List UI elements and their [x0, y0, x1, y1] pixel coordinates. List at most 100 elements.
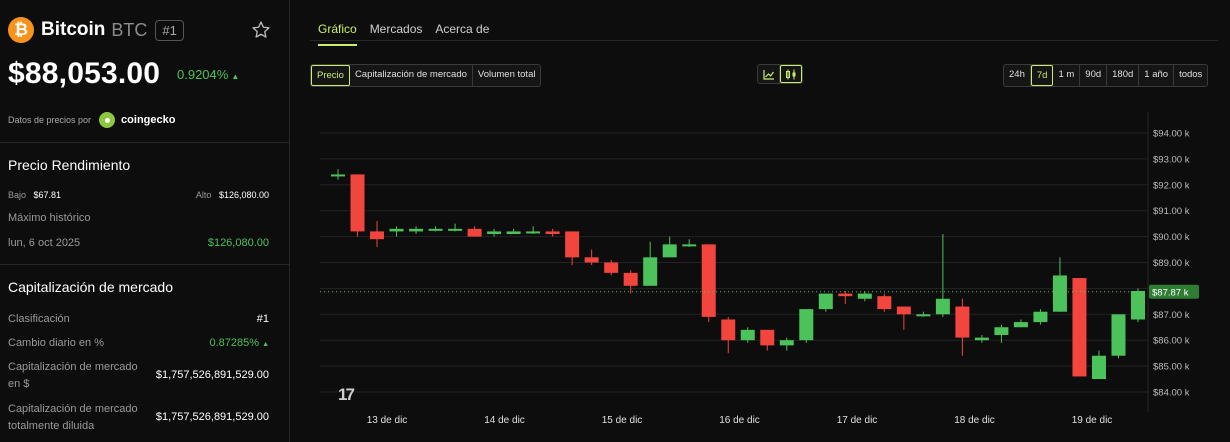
candle-body — [1131, 290, 1145, 320]
current-price-label: $87.87 k — [1152, 287, 1189, 298]
range-all-button[interactable]: todos — [1174, 65, 1207, 86]
candle-body — [682, 244, 697, 247]
candle-body — [545, 231, 560, 235]
daily-change-label: Cambio diario en % — [8, 337, 104, 349]
candle-body — [565, 231, 580, 258]
candle-body — [838, 293, 853, 297]
tab-about[interactable]: Acerca de — [435, 22, 489, 46]
candle-body — [935, 298, 950, 315]
candle-body — [448, 228, 463, 231]
candle-body — [1111, 314, 1126, 356]
provider-label: Datos de precios por — [8, 115, 92, 125]
y-tick-label: $85.00 k — [1153, 362, 1190, 373]
candle-body — [994, 327, 1009, 336]
low-value: $67.81 — [33, 190, 62, 200]
bitcoin-logo-icon: ₿ — [8, 17, 34, 43]
x-tick-label: 18 de dic — [954, 415, 995, 426]
main-tabs: Gráfico Mercados Acerca de — [318, 22, 502, 46]
high-value: $126,080.00 — [218, 190, 269, 200]
candle-body — [740, 329, 755, 341]
market-cap-title: Capitalización de mercado — [8, 279, 173, 295]
y-tick-label: $94.00 k — [1153, 129, 1190, 140]
range-24h-button[interactable]: 24h — [1004, 65, 1031, 86]
tab-markets[interactable]: Mercados — [370, 22, 423, 46]
candle-body — [1091, 355, 1106, 380]
y-tick-label: $92.00 k — [1153, 180, 1190, 191]
diluted-cap-label: Capitalización de mercado totalmente dil… — [8, 403, 138, 432]
candle-body — [818, 293, 833, 310]
y-tick-label: $93.00 k — [1153, 154, 1190, 165]
candle-body — [604, 262, 619, 273]
tab-chart[interactable]: Gráfico — [318, 22, 357, 46]
range-90d-button[interactable]: 90d — [1080, 65, 1108, 86]
tradingview-logo-icon: 17 — [338, 385, 355, 404]
candle-body — [643, 257, 658, 286]
performance-title: Precio Rendimiento — [8, 157, 131, 173]
y-tick-label: $87.00 k — [1153, 310, 1190, 321]
y-tick-label: $84.00 k — [1153, 388, 1190, 399]
range-1y-button[interactable]: 1 año — [1139, 65, 1175, 86]
candle-body — [506, 231, 521, 235]
metric-volume-button[interactable]: Volumen total — [473, 65, 541, 86]
candle-body — [877, 296, 892, 310]
candle-body — [1072, 278, 1087, 377]
x-tick-label: 13 de dic — [367, 415, 408, 426]
daily-change-value: 0.87285% — [209, 337, 259, 349]
low-high-row: Bajo $67.81 Alto $126,080.00 — [8, 190, 269, 200]
candlestick-icon[interactable] — [780, 65, 802, 83]
ath-label: Máximo histórico — [8, 212, 91, 224]
candle-body — [1052, 275, 1067, 312]
y-tick-label: $89.00 k — [1153, 258, 1190, 269]
high-label: Alto — [195, 190, 212, 200]
x-tick-label: 16 de dic — [719, 415, 760, 426]
rank-row: Clasificación #1 — [8, 313, 269, 325]
candle-body — [487, 231, 502, 235]
diluted-cap-value: $1,757,526,891,529.00 — [155, 411, 269, 423]
candle-body — [331, 174, 345, 177]
line-chart-icon[interactable] — [758, 65, 780, 83]
candle-body — [916, 314, 931, 317]
metric-price-button[interactable]: Precio — [311, 65, 350, 86]
candle-body — [974, 337, 989, 341]
candle-body — [623, 272, 638, 286]
candle-body — [428, 228, 443, 231]
star-icon[interactable] — [251, 20, 271, 40]
metric-market-cap-button[interactable]: Capitalización de mercado — [350, 65, 473, 86]
coin-info-panel: ₿ Bitcoin BTC #1 $88,053.00 0.9204% ▲ Dat… — [0, 0, 290, 442]
range-7d-button[interactable]: 7d — [1030, 65, 1054, 86]
ath-date: lun, 6 oct 2025 — [8, 237, 81, 249]
x-tick-label: 15 de dic — [602, 415, 643, 426]
candle-body — [584, 257, 599, 263]
range-180d-button[interactable]: 180d — [1107, 65, 1140, 86]
coin-symbol: BTC — [111, 19, 148, 40]
ath-value: $126,080.00 — [207, 237, 269, 249]
x-tick-label: 19 de dic — [1072, 415, 1113, 426]
candle-body — [389, 228, 404, 232]
candle-body — [370, 231, 385, 240]
candle-body — [1033, 311, 1048, 323]
coingecko-logo-icon[interactable] — [99, 112, 116, 128]
candle-body — [779, 340, 794, 346]
price-candlestick-chart[interactable]: $94.00 k $93.00 k $92.00 k $91.00 k $90.00 k… — [310, 112, 1220, 437]
divider — [0, 264, 290, 265]
up-arrow-icon: ▲ — [231, 72, 240, 81]
candle-body — [701, 244, 716, 317]
tabs-divider — [310, 40, 1218, 41]
candle-body — [526, 231, 541, 234]
divider — [0, 142, 290, 143]
price-change: 0.9204% ▲ — [177, 67, 239, 82]
ath-label-row: Máximo histórico — [8, 212, 269, 224]
candle-body — [955, 306, 970, 338]
current-price: $88,053.00 — [8, 57, 161, 90]
rank-badge: #1 — [155, 19, 184, 41]
market-cap-label: Capitalización de mercado en $ — [8, 361, 138, 390]
candle-body — [799, 309, 814, 341]
range-1m-button[interactable]: 1 m — [1053, 65, 1081, 86]
up-arrow-icon: ▲ — [262, 341, 269, 348]
x-tick-label: 14 de dic — [484, 415, 525, 426]
x-tick-label: 17 de dic — [837, 415, 878, 426]
provider-name[interactable]: coingecko — [121, 114, 175, 126]
candle-body — [721, 319, 736, 341]
coin-header: ₿ Bitcoin BTC #1 — [8, 17, 184, 43]
low-label: Bajo — [8, 190, 27, 200]
